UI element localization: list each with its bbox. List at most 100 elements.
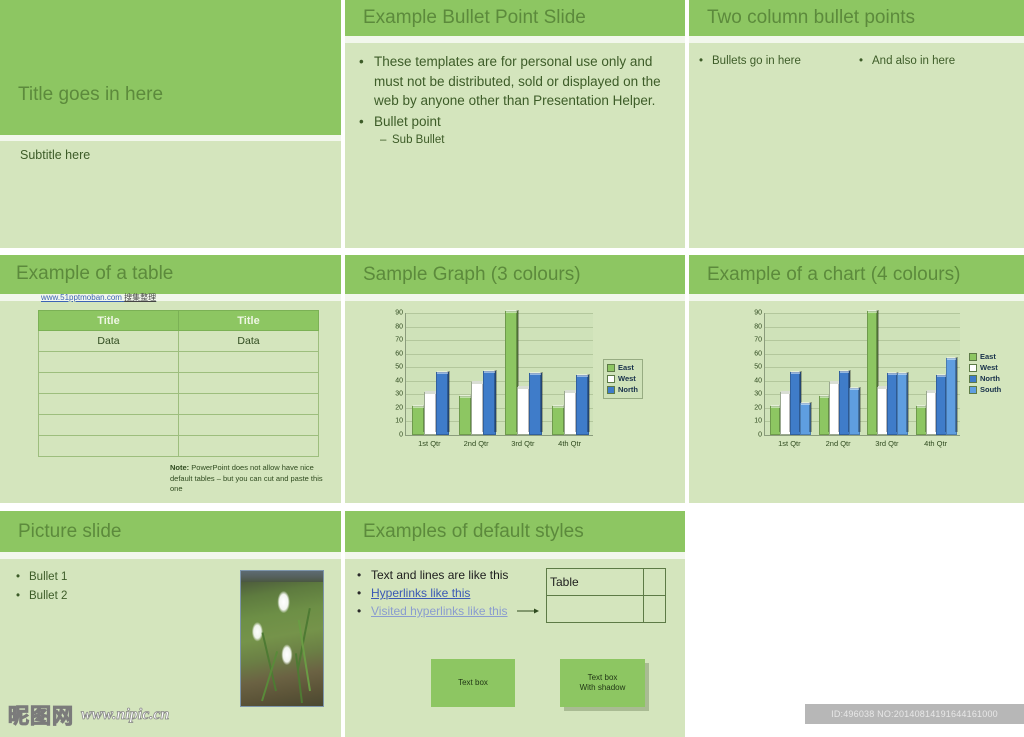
x-axis-tick-label: 4th Qtr <box>558 439 582 448</box>
slide-title-text: Sample Graph (3 colours) <box>363 264 581 285</box>
chart-bar[interactable] <box>946 357 959 435</box>
chart-bar[interactable] <box>926 389 939 435</box>
slide-sample-graph[interactable]: Sample Graph (3 colours) 0 10 20 30 40 50 60 70… <box>345 255 685 503</box>
chart-bar-group <box>458 313 497 435</box>
bar-top-3d <box>424 391 436 395</box>
chart-bar[interactable] <box>517 385 532 435</box>
bullet-glyph: • <box>359 113 364 129</box>
bar-top-3d <box>839 369 849 373</box>
slide-title-text: Two column bullet points <box>707 7 916 28</box>
legend-label: East <box>980 352 996 361</box>
chart-legend-item[interactable]: North <box>969 374 1001 383</box>
bar-side-3d <box>493 369 497 432</box>
slide-title-text: Examples of default styles <box>363 521 584 542</box>
y-axis-tick-label: 70 <box>395 336 403 344</box>
sub-bullet-text: Sub Bullet <box>392 134 445 146</box>
chart-bar[interactable] <box>877 385 890 435</box>
chart-bar[interactable] <box>769 404 782 435</box>
chart-bar[interactable] <box>789 371 802 435</box>
chart-bar[interactable] <box>564 389 579 435</box>
y-axis-tick-label: 20 <box>395 404 403 412</box>
chart-bar[interactable] <box>458 395 473 435</box>
chart-bar[interactable] <box>838 369 851 435</box>
site-watermark[interactable]: www.51pptmoban.com 搜集整理 <box>41 292 156 303</box>
photo-horizon <box>241 571 323 582</box>
band-divider <box>689 294 1024 301</box>
bullet-item-visited-hyperlink[interactable]: • Visited hyperlinks like this <box>357 603 517 620</box>
table-note-label: Note: <box>170 463 190 472</box>
chart-bar[interactable] <box>916 404 929 435</box>
bar-chart-3-colours[interactable]: 0 10 20 30 40 50 60 70 80 90 1st Qtr 2nd Qtr 3rd Qtr… <box>359 307 669 457</box>
bullet-item: • Bullet 2 <box>16 587 67 606</box>
bar-top-3d <box>459 395 471 399</box>
slide-default-styles[interactable]: Examples of default styles • Text and li… <box>345 511 685 737</box>
chart-bar[interactable] <box>482 369 497 435</box>
slide-title[interactable]: Title goes in here Subtitle here <box>0 0 341 248</box>
y-axis-tick-label: 40 <box>754 377 762 385</box>
example-table: Title Title Data Data <box>38 310 319 457</box>
visited-hyperlink-sample[interactable]: Visited hyperlinks like this <box>371 603 508 620</box>
chart-plot-area: 0 10 20 30 40 50 60 70 80 90 1st Qtr 2nd Qtr 3rd Qtr… <box>395 310 593 448</box>
chart-legend-item[interactable]: East <box>607 363 638 372</box>
arrow-right-icon <box>517 608 539 614</box>
chart-legend-item[interactable]: West <box>607 374 638 383</box>
y-axis-tick-label: 40 <box>395 377 403 385</box>
y-axis-tick-label: 10 <box>395 417 403 425</box>
bullet-item-text: • Text and lines are like this <box>357 567 517 584</box>
image-id-text: ID:496038 NO:20140814191644161000 <box>831 709 998 719</box>
chart-bar[interactable] <box>897 372 910 435</box>
bar-chart-4-colours[interactable]: 0 10 20 30 40 50 60 70 80 90 1st Qtr 2nd Qtr 3rd Qtr… <box>703 307 1015 457</box>
bullet-glyph: • <box>359 54 364 69</box>
slide-two-column-bullets[interactable]: Two column bullet points • Bullets go in… <box>689 0 1024 248</box>
y-axis-tick-label: 0 <box>758 431 762 439</box>
chart-bar[interactable] <box>552 404 567 435</box>
chart-bar[interactable] <box>799 402 812 435</box>
chart-legend-item[interactable]: North <box>607 385 638 394</box>
bar-top-3d <box>565 389 577 393</box>
band-divider <box>0 135 341 141</box>
table-cell: Data <box>38 330 179 352</box>
chart-legend-item[interactable]: South <box>969 385 1001 394</box>
bar-top-3d <box>436 371 448 374</box>
table-cell <box>178 393 319 415</box>
chart-bar[interactable] <box>828 380 841 435</box>
x-axis-tick-label: 3rd Qtr <box>511 439 535 448</box>
table-cell <box>38 351 179 373</box>
bullet-text: These templates are for personal use onl… <box>374 54 661 108</box>
bullet-item: • Bullet 1 <box>16 568 67 587</box>
chart-bar[interactable] <box>867 310 880 435</box>
y-axis-tick-label: 60 <box>754 350 762 358</box>
chart-bar[interactable] <box>779 391 792 435</box>
chart-bar[interactable] <box>470 380 485 435</box>
bullet-text: Bullet 1 <box>29 571 68 583</box>
slide-example-chart[interactable]: Example of a chart (4 colours) 0 10 20 30 40… <box>689 255 1024 503</box>
y-axis-tick-label: 80 <box>754 323 762 331</box>
chart-bar[interactable] <box>423 391 438 435</box>
table-row <box>38 351 319 373</box>
chart-bar[interactable] <box>505 310 520 435</box>
bar-top-3d <box>553 404 565 408</box>
chart-bar-group <box>769 313 812 435</box>
table-row <box>38 435 319 457</box>
bullet-item-hyperlink[interactable]: • Hyperlinks like this <box>357 585 517 602</box>
chart-bar[interactable] <box>576 373 591 435</box>
table-row <box>38 414 319 436</box>
chart-bar[interactable] <box>887 372 900 435</box>
slide-bullet-point[interactable]: Example Bullet Point Slide • These templ… <box>345 0 685 248</box>
hyperlink-sample[interactable]: Hyperlinks like this <box>371 585 470 602</box>
bar-top-3d <box>800 402 810 406</box>
bar-top-3d <box>790 371 800 374</box>
bullet-list: • These templates are for personal use o… <box>359 52 677 149</box>
chart-bar[interactable] <box>848 387 861 435</box>
site-watermark-url[interactable]: www.51pptmoban.com <box>41 293 122 302</box>
chart-bar[interactable] <box>818 395 831 435</box>
slide-title-text: Title goes in here <box>18 84 164 105</box>
chart-legend-item[interactable]: East <box>969 352 1001 361</box>
chart-legend-item[interactable]: West <box>969 363 1001 372</box>
table-header-cell: Title <box>38 310 179 331</box>
chart-bar[interactable] <box>435 371 450 435</box>
chart-bar-group <box>505 310 544 435</box>
chart-bar[interactable] <box>936 373 949 435</box>
chart-bar[interactable] <box>529 372 544 435</box>
chart-bar[interactable] <box>411 404 426 435</box>
